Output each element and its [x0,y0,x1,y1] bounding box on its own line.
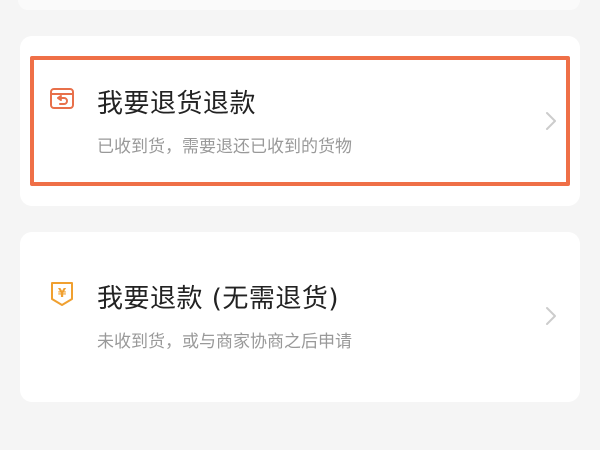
option-title: 我要退货退款 [97,89,257,119]
top-strip [0,0,600,16]
return-and-refund-option[interactable]: 我要退货退款 已收到货，需要退还已收到的货物 [40,70,570,170]
return-box-icon [48,84,76,112]
option-title: 我要退款 (无需退货) [97,284,340,314]
chevron-right-icon [544,305,558,327]
svg-text:¥: ¥ [58,286,67,300]
refund-only-option[interactable]: ¥ 我要退款 (无需退货) 未收到货，或与商家协商之后申请 [40,265,570,365]
chevron-right-icon [544,110,558,132]
option-subtitle: 已收到货，需要退还已收到的货物 [97,137,352,157]
previous-card-edge [18,0,580,10]
option-subtitle: 未收到货，或与商家协商之后申请 [97,332,352,352]
yuan-refund-icon: ¥ [48,279,76,307]
